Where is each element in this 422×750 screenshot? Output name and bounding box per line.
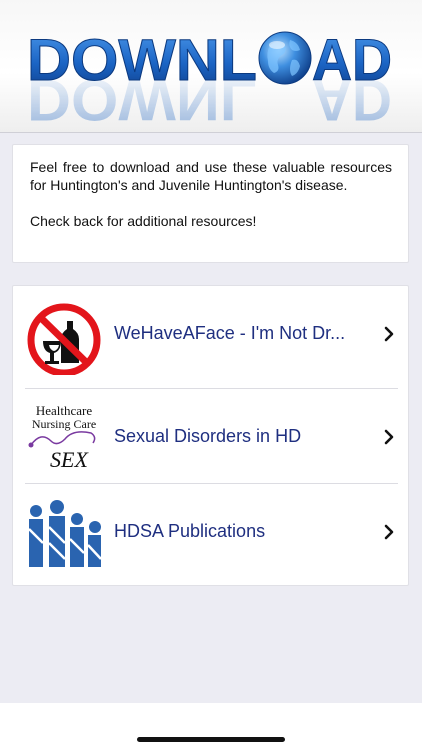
logo-line-healthcare: Healthcare	[36, 403, 93, 418]
resource-row-hdsa-publications[interactable]: HDSA Publications	[13, 484, 408, 579]
hdsa-logo	[28, 500, 102, 567]
resource-label: WeHaveAFace - I'm Not Dr...	[114, 323, 346, 343]
resource-row-sexual-disorders[interactable]: Healthcare Nursing Care SEX Sexual Disor…	[13, 389, 408, 484]
intro-card: Feel free to download and use these valu…	[12, 144, 409, 263]
intro-text: Feel free to download and use these valu…	[30, 159, 392, 193]
check-back-text: Check back for additional resources!	[30, 213, 257, 229]
chevron-right-icon	[384, 326, 394, 342]
resource-label: HDSA Publications	[114, 521, 266, 541]
resource-label: Sexual Disorders in HD	[114, 426, 302, 446]
logo-line-sex: SEX	[50, 447, 89, 472]
resource-row-wehaveaface[interactable]: WeHaveAFace - I'm Not Dr...	[13, 286, 408, 381]
download-logo: DOWNL AD DOWNL AD	[27, 28, 393, 133]
chevron-right-icon	[384, 429, 394, 445]
download-banner: DOWNL AD DOWNL AD	[0, 0, 422, 133]
logo-line-nursing: Nursing Care	[32, 417, 96, 431]
home-indicator[interactable]	[137, 737, 285, 742]
banner-title-left: DOWNL	[27, 28, 257, 93]
chevron-right-icon	[384, 524, 394, 540]
healthcare-nursing-care-sex-logo: Healthcare Nursing Care SEX	[28, 403, 96, 472]
banner-title-right: AD	[312, 28, 392, 93]
resource-list: WeHaveAFace - I'm Not Dr... Healthcare N…	[12, 285, 409, 586]
no-drinking-icon	[27, 303, 101, 375]
globe-icon	[258, 31, 312, 85]
home-indicator-area	[0, 703, 422, 750]
